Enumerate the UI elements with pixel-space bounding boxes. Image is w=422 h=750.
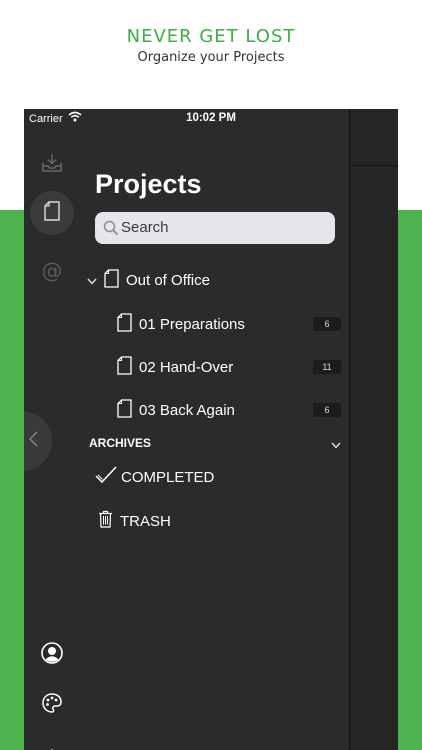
- archives-label: ARCHIVES: [89, 436, 152, 450]
- checkmark-icon: [95, 466, 117, 488]
- device-screen: Carrier 10:02 PM @ Projects Search Out o…: [24, 109, 398, 750]
- palette-icon: [41, 692, 63, 719]
- chevron-down-icon: [331, 438, 341, 452]
- count-badge: 11: [313, 360, 341, 374]
- project-icon: [117, 312, 132, 336]
- trash-icon: [98, 510, 113, 532]
- project-item[interactable]: 02 Hand-Over 11: [117, 352, 347, 382]
- folder-icon: [104, 268, 119, 292]
- project-item[interactable]: 03 Back Again 6: [117, 395, 347, 425]
- promo-subline: Organize your Projects: [137, 50, 285, 65]
- detail-pane: [350, 109, 398, 750]
- mentions-button[interactable]: @: [30, 249, 74, 293]
- project-icon: [117, 398, 132, 422]
- inbox-button[interactable]: [30, 143, 74, 187]
- project-icon: [117, 355, 132, 379]
- gear-icon: ⚙: [43, 745, 61, 750]
- at-icon: @: [41, 259, 63, 283]
- archive-label: TRASH: [120, 512, 171, 530]
- status-bar: Carrier 10:02 PM: [24, 109, 398, 129]
- archives-header[interactable]: ARCHIVES: [89, 436, 341, 454]
- project-item[interactable]: 01 Preparations 6: [117, 309, 347, 339]
- chevron-down-icon: [87, 272, 97, 289]
- status-time: 10:02 PM: [186, 112, 236, 124]
- promo-headline: NEVER GET LOST: [126, 26, 296, 47]
- account-button[interactable]: [30, 633, 74, 677]
- inbox-icon: [41, 153, 63, 178]
- project-label: 03 Back Again: [139, 401, 235, 419]
- search-bar[interactable]: [95, 212, 335, 244]
- project-icon: [44, 200, 60, 226]
- projects-button[interactable]: [30, 191, 74, 235]
- chevron-left-icon: [29, 431, 38, 452]
- count-badge: 6: [313, 317, 341, 331]
- project-label: 02 Hand-Over: [139, 358, 234, 376]
- archive-label: COMPLETED: [121, 468, 215, 486]
- detail-pane-header-line: [350, 165, 398, 166]
- count-badge: 6: [313, 403, 341, 417]
- folder-out-of-office[interactable]: Out of Office: [87, 265, 341, 295]
- archive-trash[interactable]: TRASH: [98, 506, 341, 536]
- account-icon: [41, 641, 63, 669]
- archive-completed[interactable]: COMPLETED: [95, 462, 341, 492]
- theme-button[interactable]: [30, 683, 74, 727]
- project-label: 01 Preparations: [139, 315, 245, 333]
- search-icon: [103, 220, 119, 241]
- folder-label: Out of Office: [126, 271, 210, 289]
- page-title: Projects: [95, 169, 202, 199]
- settings-button[interactable]: ⚙: [30, 735, 74, 750]
- search-input[interactable]: [121, 212, 326, 244]
